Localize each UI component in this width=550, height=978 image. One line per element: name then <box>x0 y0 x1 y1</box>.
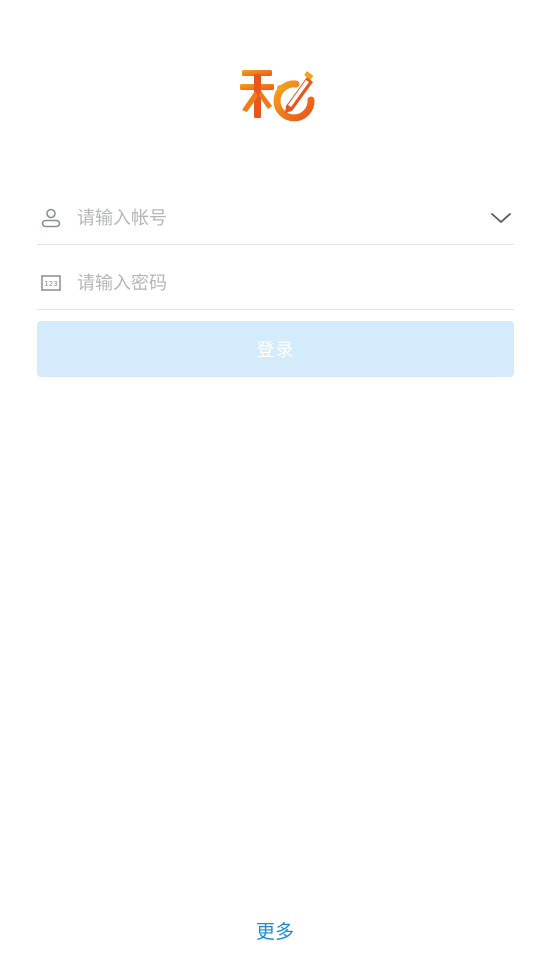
password-input[interactable] <box>77 268 477 298</box>
more-link[interactable]: 更多 <box>0 917 550 944</box>
account-field <box>37 193 514 245</box>
login-screen: 123 登录 更多 <box>0 0 550 978</box>
keypad-123-icon: 123 <box>41 275 61 291</box>
password-field: 123 <box>37 258 514 310</box>
login-button[interactable]: 登录 <box>37 321 514 377</box>
user-icon <box>41 208 61 228</box>
app-logo-icon <box>240 70 315 122</box>
account-input[interactable] <box>77 203 477 233</box>
chevron-down-icon[interactable] <box>490 207 512 229</box>
svg-text:123: 123 <box>44 280 57 288</box>
